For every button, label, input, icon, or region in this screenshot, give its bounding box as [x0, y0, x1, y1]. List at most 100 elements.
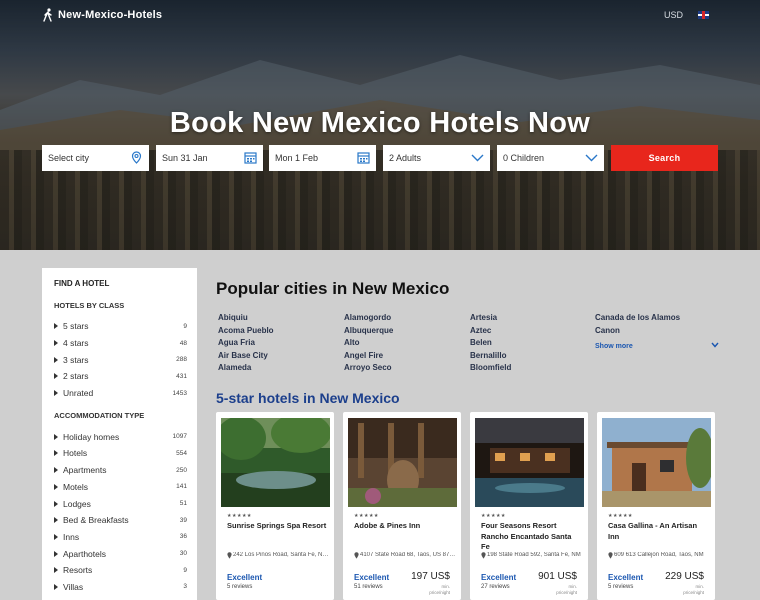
- review-count: 27 reviews: [481, 584, 510, 590]
- hotel-photo[interactable]: [221, 418, 330, 507]
- hotel-price: 229 US$: [665, 571, 704, 582]
- city-link[interactable]: Bloomfield: [470, 363, 511, 372]
- hotel-name[interactable]: Sunrise Springs Spa Resort: [227, 521, 327, 532]
- star-rating: ★★★★★: [481, 513, 506, 519]
- checkout-date-value: Mon 1 Feb: [275, 153, 319, 163]
- hotel-card[interactable]: ★★★★★ Four Seasons Resort Rancho Encantad…: [470, 412, 588, 600]
- triangle-right-icon: [54, 356, 58, 363]
- sidebar-item-label: Motels: [63, 481, 89, 492]
- city-link[interactable]: Albuquerque: [344, 326, 393, 335]
- rating-label: Excellent: [608, 573, 644, 582]
- hotel-photo[interactable]: [475, 418, 584, 507]
- city-link[interactable]: Bernalillo: [470, 351, 506, 360]
- sidebar-item[interactable]: Lodges 51: [54, 495, 187, 512]
- sidebar-item[interactable]: 5 stars 9: [54, 318, 187, 335]
- checkout-date-field[interactable]: Mon 1 Feb: [269, 145, 376, 171]
- hotel-price: 901 US$: [538, 571, 577, 582]
- class-heading: HOTELS BY CLASS: [54, 301, 125, 310]
- triangle-right-icon: [54, 500, 58, 507]
- checkin-date-value: Sun 31 Jan: [162, 153, 208, 163]
- city-link[interactable]: Alamogordo: [344, 313, 391, 322]
- star-rating: ★★★★★: [608, 513, 633, 519]
- sidebar-item-label: Lodges: [63, 498, 91, 509]
- sidebar-item[interactable]: Apartments 250: [54, 462, 187, 479]
- city-link[interactable]: Artesia: [470, 313, 497, 322]
- review-count: 5 reviews: [608, 584, 634, 590]
- hotel-price: 197 US$: [411, 571, 450, 582]
- hotel-card[interactable]: ★★★★★ Sunrise Springs Spa Resort 242 Los P…: [216, 412, 334, 600]
- city-link[interactable]: Belen: [470, 338, 492, 347]
- hotel-card[interactable]: ★★★★★ Adobe & Pines Inn 4107 State Road 68…: [343, 412, 461, 600]
- sidebar-item-label: 5 stars: [63, 321, 89, 332]
- hotel-name[interactable]: Casa Gallina - An Artisan Inn: [608, 521, 708, 542]
- sidebar-item[interactable]: Hotels 554: [54, 445, 187, 462]
- hotel-name[interactable]: Adobe & Pines Inn: [354, 521, 454, 532]
- triangle-right-icon: [54, 373, 58, 380]
- city-link[interactable]: Angel Fire: [344, 351, 383, 360]
- sidebar-item[interactable]: Villas 3: [54, 579, 187, 596]
- price-per-night-note: min. price/night: [556, 584, 577, 595]
- sidebar-item-count: 288: [176, 356, 187, 364]
- adults-select[interactable]: 2 Adults: [383, 145, 490, 171]
- city-input[interactable]: Select city: [42, 145, 149, 171]
- triangle-right-icon: [54, 583, 58, 590]
- sidebar-item-count: 51: [179, 500, 187, 508]
- city-link[interactable]: Agua Fria: [218, 338, 255, 347]
- city-link[interactable]: Acoma Pueblo: [218, 326, 274, 335]
- checkin-date-field[interactable]: Sun 31 Jan: [156, 145, 263, 171]
- triangle-right-icon: [54, 450, 58, 457]
- sidebar-item[interactable]: Motels 141: [54, 479, 187, 496]
- sidebar-item-count: 48: [179, 339, 187, 347]
- hotel-address: 198 State Road 592, Santa Fe, NM: [487, 552, 581, 558]
- children-select[interactable]: 0 Children: [497, 145, 604, 171]
- calendar-icon: [357, 152, 370, 164]
- sidebar-item-count: 30: [179, 550, 187, 558]
- sidebar-item[interactable]: 4 stars 48: [54, 335, 187, 352]
- brand-name: New-Mexico-Hotels: [58, 9, 163, 21]
- triangle-right-icon: [54, 517, 58, 524]
- walker-icon: [43, 8, 52, 22]
- sidebar-item[interactable]: 3 stars 288: [54, 351, 187, 368]
- chevron-down-icon: [585, 154, 598, 162]
- sidebar-item[interactable]: Bed & Breakfasts 39: [54, 512, 187, 529]
- hotel-photo[interactable]: [602, 418, 711, 507]
- triangle-right-icon: [54, 323, 58, 330]
- currency-selector[interactable]: USD: [664, 10, 683, 20]
- sidebar-item-label: Aparthotels: [63, 548, 106, 559]
- sidebar-item[interactable]: Holiday homes 1097: [54, 428, 187, 445]
- site-logo[interactable]: New-Mexico-Hotels: [42, 8, 162, 22]
- triangle-right-icon: [54, 467, 58, 474]
- uk-flag-icon[interactable]: [698, 11, 709, 19]
- sidebar-item[interactable]: Unrated 1453: [54, 385, 187, 402]
- price-per-night-note: min. price/night: [683, 584, 704, 595]
- review-count: 5 reviews: [227, 584, 253, 590]
- chevron-down-icon[interactable]: [711, 342, 719, 348]
- city-link[interactable]: Alto: [344, 338, 360, 347]
- sidebar-item-label: 2 stars: [63, 371, 89, 382]
- sidebar-item-label: Bed & Breakfasts: [63, 515, 129, 526]
- map-pin-icon: [354, 552, 359, 559]
- city-link[interactable]: Canon: [595, 326, 620, 335]
- sidebar-item[interactable]: 2 stars 431: [54, 368, 187, 385]
- show-more-link[interactable]: Show more: [595, 343, 633, 350]
- city-link[interactable]: Alameda: [218, 363, 251, 372]
- city-link[interactable]: Arroyo Seco: [344, 363, 392, 372]
- hotel-name[interactable]: Four Seasons Resort Rancho Encantado San…: [481, 521, 581, 553]
- map-pin-icon: [608, 552, 613, 559]
- hotel-photo[interactable]: [348, 418, 457, 507]
- sidebar-item[interactable]: Inns 36: [54, 529, 187, 546]
- sidebar-item-label: Unrated: [63, 388, 94, 399]
- sidebar-item[interactable]: Aparthotels 30: [54, 545, 187, 562]
- city-link[interactable]: Canada de los Alamos: [595, 313, 680, 322]
- search-button[interactable]: Search: [611, 145, 718, 171]
- calendar-icon: [244, 152, 257, 164]
- city-link[interactable]: Abiquiu: [218, 313, 248, 322]
- city-link[interactable]: Air Base City: [218, 351, 268, 360]
- sidebar-item-count: 141: [176, 483, 187, 491]
- sidebar-item[interactable]: Resorts 9: [54, 562, 187, 579]
- map-pin-icon: [227, 552, 232, 559]
- city-link[interactable]: Aztec: [470, 326, 491, 335]
- hotel-card[interactable]: ★★★★★ Casa Gallina - An Artisan Inn 609 61…: [597, 412, 715, 600]
- sidebar-item-count: 9: [183, 566, 187, 574]
- city-input-placeholder: Select city: [48, 153, 90, 163]
